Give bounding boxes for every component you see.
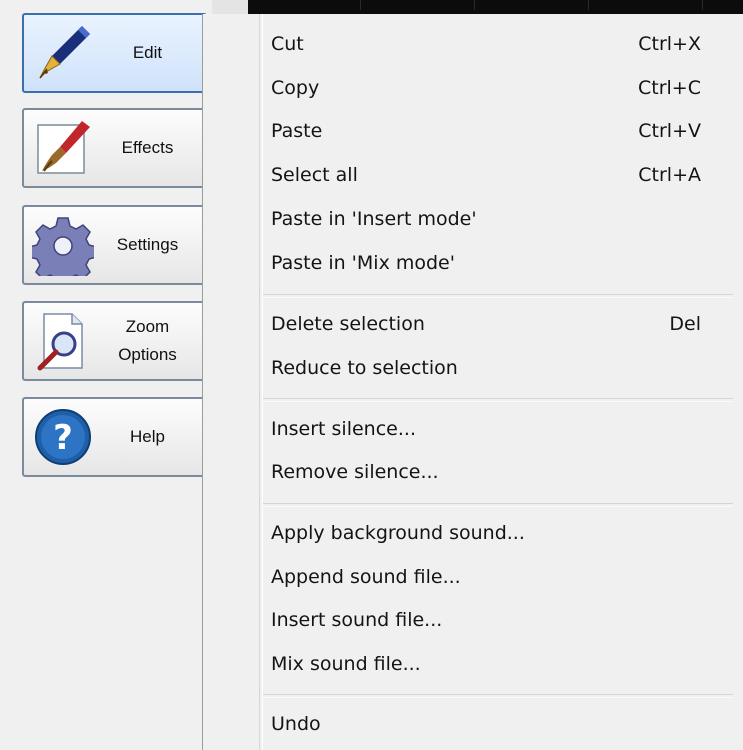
menu-item-paste-mix-mode[interactable]: Paste in 'Mix mode' [271, 243, 701, 283]
menu-item-label: Remove silence... [271, 461, 439, 483]
menu-item-shortcut: Ctrl+V [638, 120, 701, 142]
menu-item-shortcut: Ctrl+X [638, 33, 701, 55]
menu-item-label: Append sound file... [271, 566, 461, 588]
magnifier-document-icon [28, 306, 98, 376]
zoom-options-button[interactable]: Zoom Options [22, 301, 207, 381]
menu-item-label: Mix sound file... [271, 653, 421, 675]
menu-item-mix-sound-file[interactable]: Mix sound file... [271, 644, 701, 684]
grid-tick [474, 0, 475, 10]
menu-separator [263, 294, 733, 298]
zoom-options-button-label: Zoom Options [98, 313, 205, 369]
menu-item-label: Paste in 'Insert mode' [271, 208, 477, 230]
menu-separator [263, 694, 733, 698]
edit-button-label: Edit [132, 43, 163, 62]
help-button-label: Help [130, 427, 165, 446]
menu-item-shortcut: Ctrl+C [638, 77, 701, 99]
menu-item-remove-silence[interactable]: Remove silence... [271, 452, 701, 492]
menu-item-label: Delete selection [271, 313, 425, 335]
menu-item-label: Reduce to selection [271, 357, 458, 379]
menu-item-shortcut: Ctrl+A [638, 164, 701, 186]
menu-separator [263, 503, 733, 507]
menu-separator [263, 398, 733, 402]
menu-item-label: Apply background sound... [271, 522, 525, 544]
menu-item-label: Undo [271, 713, 321, 735]
help-button[interactable]: ? Help [22, 397, 207, 477]
question-mark-icon: ? [28, 402, 98, 472]
gear-icon [28, 210, 98, 280]
edit-context-menu: Cut Ctrl+X Copy Ctrl+C Paste Ctrl+V Sele… [202, 14, 743, 750]
zoom-label-line1: Zoom [125, 317, 170, 336]
menu-item-delete-selection[interactable]: Delete selection Del [271, 304, 701, 344]
menu-icon-gutter [259, 14, 263, 750]
menu-item-label: Insert silence... [271, 418, 416, 440]
menu-item-label: Cut [271, 33, 304, 55]
settings-button[interactable]: Settings [22, 205, 207, 285]
menu-item-label: Copy [271, 77, 320, 99]
menu-item-label: Paste in 'Mix mode' [271, 252, 455, 274]
menu-item-append-sound-file[interactable]: Append sound file... [271, 557, 701, 597]
left-toolbar: Edit Effects Settings Zoom Options ? Hel… [0, 0, 212, 750]
grid-tick [360, 0, 361, 10]
grid-tick [702, 0, 703, 10]
menu-item-insert-silence[interactable]: Insert silence... [271, 409, 701, 449]
menu-item-reduce-to-selection[interactable]: Reduce to selection [271, 348, 701, 388]
menu-item-shortcut: Del [669, 313, 701, 335]
menu-item-apply-background-sound[interactable]: Apply background sound... [271, 513, 701, 553]
menu-item-cut[interactable]: Cut Ctrl+X [271, 24, 701, 64]
menu-item-select-all[interactable]: Select all Ctrl+A [271, 155, 701, 195]
menu-item-undo[interactable]: Undo [271, 704, 701, 744]
menu-item-copy[interactable]: Copy Ctrl+C [271, 68, 701, 108]
effects-button-label: Effects [121, 138, 174, 157]
edit-button[interactable]: Edit [22, 13, 207, 93]
zoom-label-line2: Options [118, 345, 177, 364]
menu-item-insert-sound-file[interactable]: Insert sound file... [271, 600, 701, 640]
effects-button[interactable]: Effects [22, 108, 207, 188]
fountain-pen-icon [28, 18, 98, 88]
grid-tick [588, 0, 589, 10]
menu-item-label: Insert sound file... [271, 609, 443, 631]
svg-text:?: ? [53, 418, 73, 458]
menu-item-paste[interactable]: Paste Ctrl+V [271, 111, 701, 151]
menu-item-label: Select all [271, 164, 358, 186]
menu-item-label: Paste [271, 120, 323, 142]
paintbrush-icon [28, 113, 98, 183]
settings-button-label: Settings [116, 235, 179, 254]
menu-item-paste-insert-mode[interactable]: Paste in 'Insert mode' [271, 199, 701, 239]
